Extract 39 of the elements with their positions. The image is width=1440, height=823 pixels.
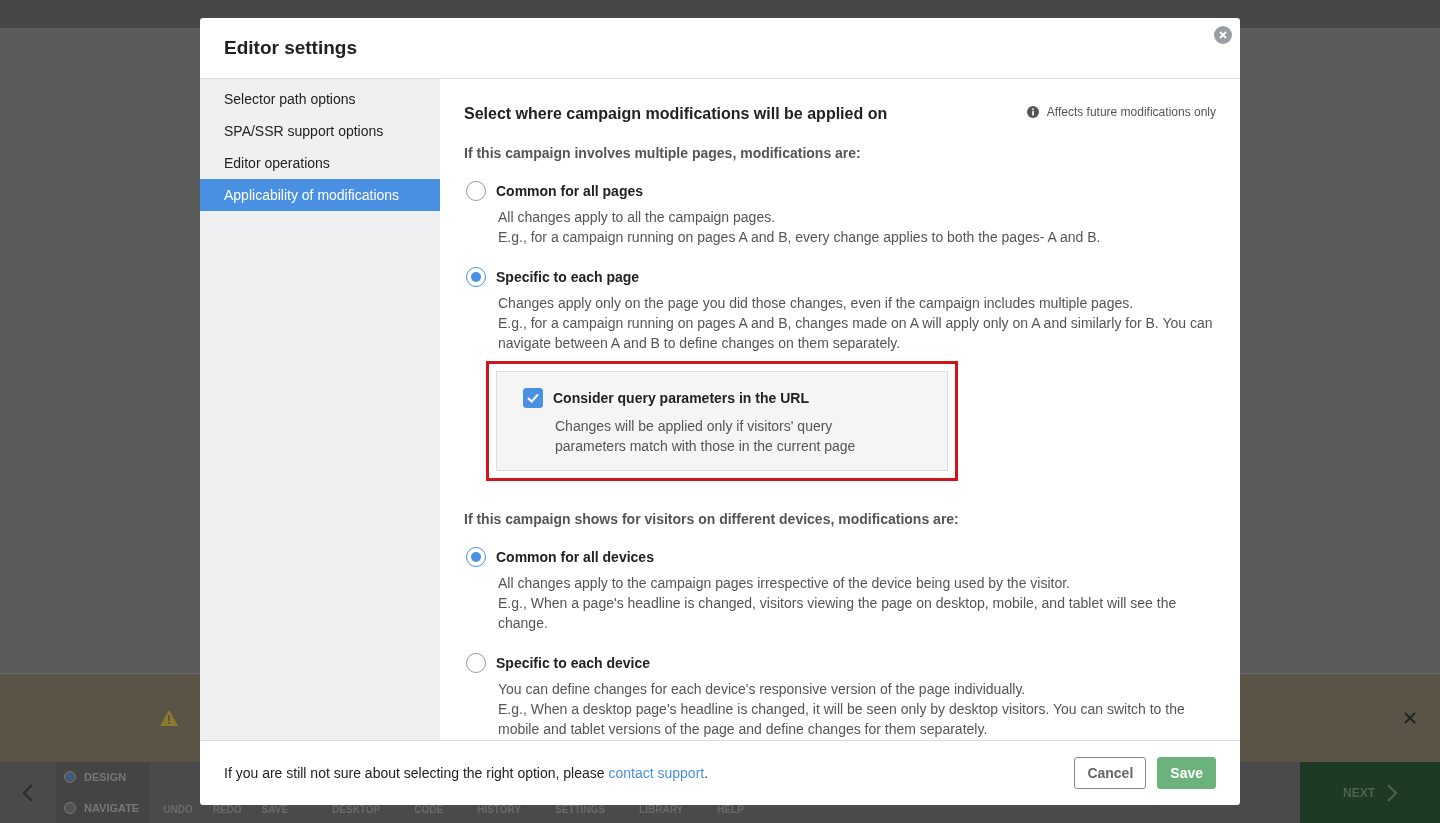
save-button[interactable]: Save xyxy=(1157,757,1216,789)
option-description: Changes apply only on the page you did those changes, even if the campaign includes multiple pages. xyxy=(497,294,1135,313)
dialog-title: Editor settings xyxy=(224,37,357,59)
checkbox[interactable] xyxy=(523,388,543,408)
section-heading: If this campaign involves multiple pages, modifications are: xyxy=(464,145,862,161)
radio-button[interactable] xyxy=(466,181,486,201)
info-icon xyxy=(1026,106,1039,118)
close-button[interactable] xyxy=(1214,26,1232,44)
chevron-right-icon xyxy=(1387,783,1397,802)
warning-icon xyxy=(160,710,178,726)
checkmark-icon xyxy=(527,393,539,403)
back-chevron-icon[interactable] xyxy=(23,783,33,802)
option-description: E.g., for a campaign running on pages A and B, changes made on A will apply only on A and similarly for B. You can navigate between A and B to define changes on them separately. xyxy=(497,314,1214,353)
content-title: Select where campaign modifications will be applied on xyxy=(464,105,888,123)
checkbox-description: Changes will be applied only if visitors' query parameters match with those in the current page xyxy=(555,417,857,456)
radio-button[interactable] xyxy=(466,653,486,673)
cancel-button[interactable]: Cancel xyxy=(1074,757,1147,789)
section-heading: If this campaign shows for visitors on different devices, modifications are: xyxy=(464,511,960,527)
sidebar-item[interactable]: Applicability of modifications xyxy=(200,179,440,211)
option-description: E.g., When a desktop page's headline is changed, it will be seen only by desktop visitors. You can switch to the mobile and tablet versions of the page and define changes for them separately. xyxy=(497,700,1186,739)
option-description: All changes apply to all the campaign pages. xyxy=(497,208,777,227)
sidebar-item[interactable]: SPA/SSR support options xyxy=(200,115,440,147)
option-description: You can define changes for each device's responsive version of the page individually. xyxy=(497,680,1027,699)
close-icon xyxy=(1219,31,1227,39)
sidebar-item[interactable]: Selector path options xyxy=(200,83,440,115)
option-label[interactable]: Common for all devices xyxy=(496,549,654,565)
option-label[interactable]: Common for all pages xyxy=(496,183,644,199)
checkbox-label[interactable]: Consider query parameters in the URL xyxy=(553,390,809,406)
option-description: E.g., for a campaign running on pages A and B, every change applies to both the pages- A and B. xyxy=(497,228,1102,247)
option-label[interactable]: Specific to each device xyxy=(496,655,651,671)
option-description: E.g., When a page's headline is changed, visitors viewing the page on desktop, mobile, and tablet will see the change. xyxy=(497,594,1178,633)
close-icon[interactable] xyxy=(1404,712,1416,724)
option-description: All changes apply to the campaign pages irrespective of the device being used by the visitor. xyxy=(497,574,1071,593)
radio-button[interactable] xyxy=(466,547,486,567)
option-label[interactable]: Specific to each page xyxy=(496,269,640,285)
sidebar-item[interactable]: Editor operations xyxy=(200,147,440,179)
note-text: Affects future modifications only xyxy=(1046,105,1216,119)
radio-button[interactable] xyxy=(466,267,486,287)
help-text: If you are still not sure about selecting the right option, please contact support. xyxy=(224,765,709,781)
